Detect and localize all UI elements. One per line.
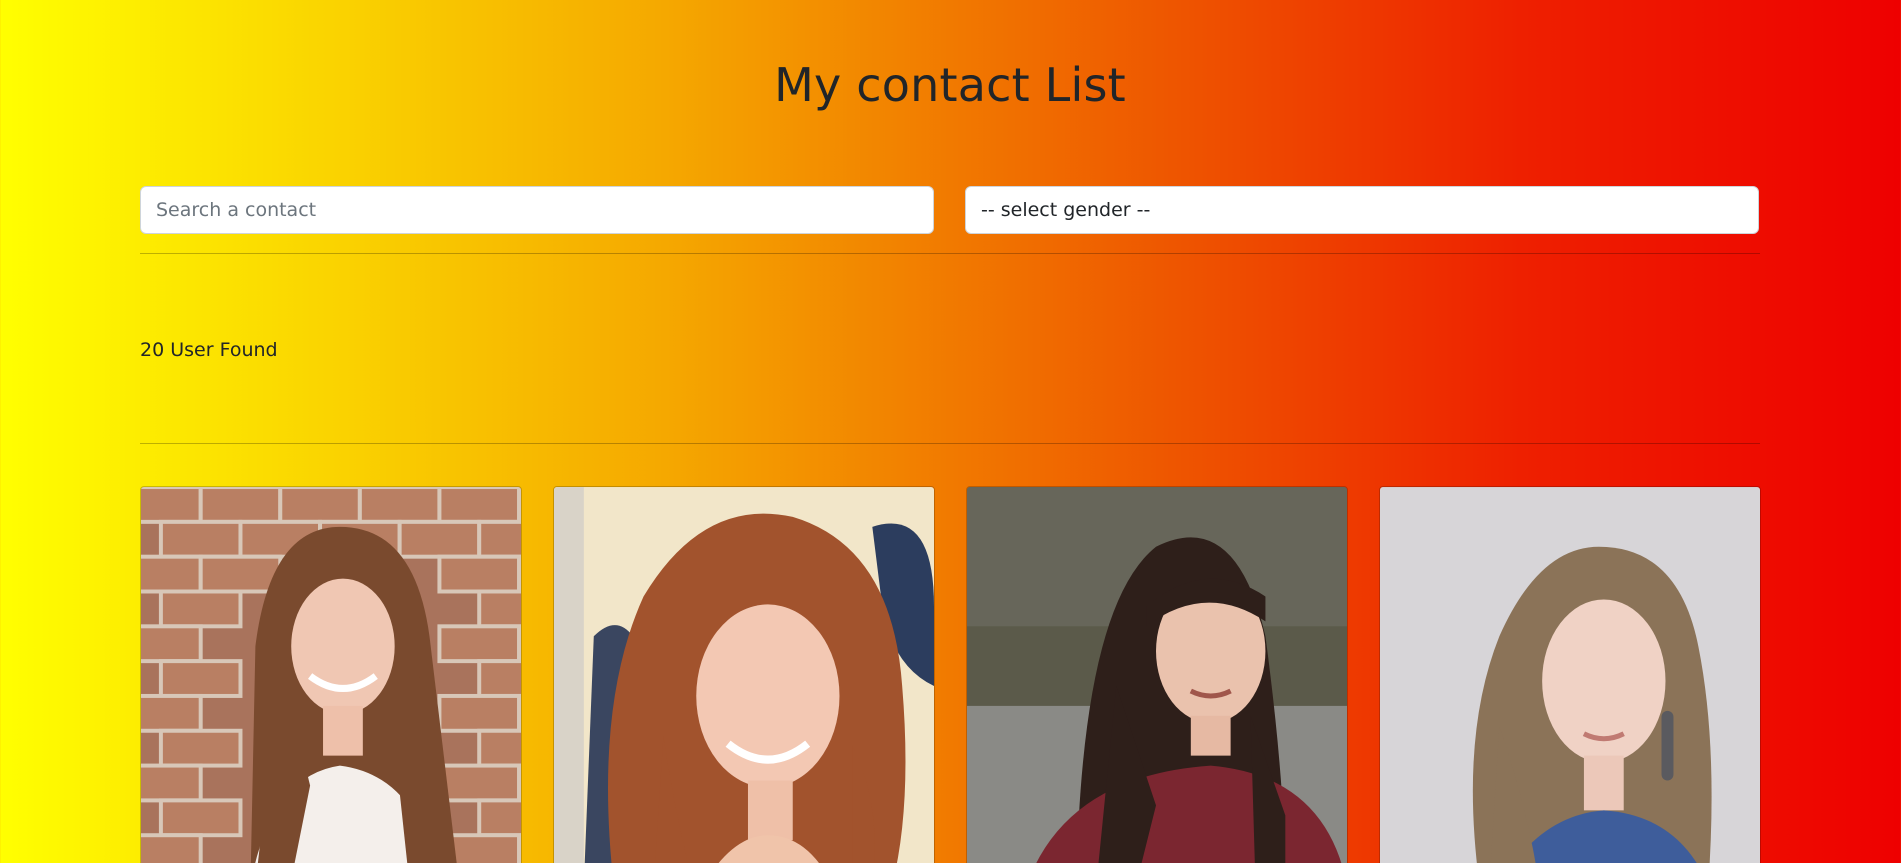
divider-top <box>140 253 1760 254</box>
search-field[interactable] <box>140 186 934 234</box>
gender-select-value: -- select gender -- <box>981 199 1151 221</box>
contact-grid <box>140 486 1761 863</box>
contact-card[interactable] <box>140 486 522 863</box>
filter-bar: -- select gender -- <box>140 186 1760 234</box>
contact-photo <box>554 487 934 863</box>
divider-bottom <box>140 443 1760 444</box>
contact-photo <box>967 487 1347 863</box>
contact-photo <box>1380 487 1760 863</box>
contact-card[interactable] <box>553 486 935 863</box>
contact-card[interactable] <box>966 486 1348 863</box>
contact-photo <box>141 487 521 863</box>
gender-select[interactable]: -- select gender -- <box>965 186 1759 234</box>
page-title: My contact List <box>774 58 1126 112</box>
contact-card[interactable] <box>1379 486 1761 863</box>
results-count: 20 User Found <box>140 339 278 361</box>
search-input[interactable] <box>156 187 918 233</box>
